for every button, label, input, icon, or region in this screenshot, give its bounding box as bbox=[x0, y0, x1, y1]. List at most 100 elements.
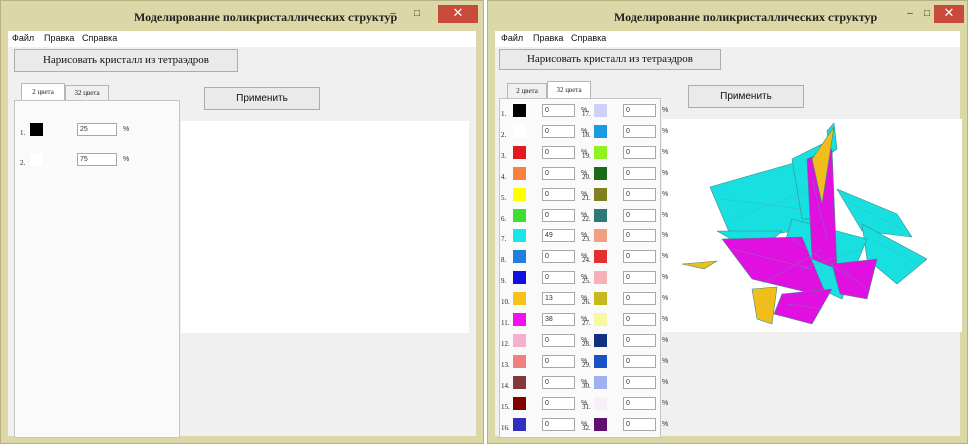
close-button[interactable]: ✕ bbox=[934, 5, 964, 23]
apply-button[interactable]: Применить bbox=[688, 85, 804, 108]
menu-file[interactable]: Файл bbox=[501, 33, 523, 43]
color-swatch[interactable] bbox=[594, 208, 607, 222]
percent-input[interactable]: 0 bbox=[623, 417, 656, 431]
percent-input[interactable]: 0 bbox=[623, 271, 656, 285]
percent-input[interactable]: 0 bbox=[542, 166, 575, 180]
percent-input[interactable]: 0 bbox=[623, 166, 656, 180]
menu-edit[interactable]: Правка bbox=[533, 33, 563, 43]
color-swatch[interactable] bbox=[594, 124, 607, 138]
menu-help[interactable]: Справка bbox=[82, 33, 117, 43]
percent-input[interactable]: 0 bbox=[623, 396, 656, 410]
percent-input[interactable]: 0 bbox=[542, 417, 575, 431]
color-swatch[interactable] bbox=[513, 250, 526, 264]
color-number: 27. bbox=[582, 319, 591, 327]
menu-help[interactable]: Справка bbox=[571, 33, 606, 43]
color-number: 18. bbox=[582, 130, 591, 139]
color-swatch[interactable] bbox=[594, 250, 607, 264]
tab-2-colors[interactable]: 2 цвета bbox=[507, 83, 547, 98]
color-swatch[interactable] bbox=[594, 187, 607, 201]
percent-input[interactable]: 0 bbox=[542, 271, 575, 285]
window-client: Файл Правка Справка Нарисовать кристалл … bbox=[8, 31, 476, 438]
percent-input[interactable]: 0 bbox=[623, 250, 656, 264]
percent-input[interactable]: 0 bbox=[623, 292, 656, 306]
maximize-button[interactable]: □ bbox=[408, 7, 426, 21]
tab-32-colors[interactable]: 32 цвета bbox=[547, 81, 591, 98]
color-swatch[interactable] bbox=[513, 271, 526, 285]
color-swatch[interactable] bbox=[594, 354, 607, 368]
percent-input[interactable]: 0 bbox=[623, 187, 656, 201]
color-swatch[interactable] bbox=[594, 375, 607, 389]
percent-input[interactable]: 0 bbox=[623, 145, 656, 159]
percent-input[interactable]: 49 bbox=[542, 229, 575, 243]
percent-input[interactable]: 0 bbox=[542, 333, 575, 347]
color-swatch[interactable] bbox=[30, 123, 43, 136]
color-number: 29. bbox=[582, 360, 591, 369]
percent-input[interactable]: 0 bbox=[623, 313, 656, 326]
color-number: 2. bbox=[501, 130, 507, 139]
percent-input[interactable]: 0 bbox=[542, 187, 575, 201]
menu-file[interactable]: Файл bbox=[12, 33, 34, 43]
close-button[interactable]: ✕ bbox=[438, 5, 478, 23]
color-swatch[interactable] bbox=[513, 166, 526, 180]
color-swatch[interactable] bbox=[513, 375, 526, 389]
percent-input[interactable]: 0 bbox=[542, 145, 575, 159]
title-bar[interactable]: Моделирование поликристаллических структ… bbox=[1, 1, 483, 31]
percent-input[interactable]: 0 bbox=[623, 124, 656, 138]
color-number: 5. bbox=[501, 193, 507, 202]
color-swatch[interactable] bbox=[513, 145, 526, 159]
tab-2-colors[interactable]: 2 цвета bbox=[21, 83, 65, 100]
percent-input[interactable]: 38 bbox=[542, 313, 575, 326]
draw-crystal-button[interactable]: Нарисовать кристалл из тетраэдров bbox=[499, 49, 721, 70]
percent-input[interactable]: 25 bbox=[77, 123, 117, 136]
color-swatch[interactable] bbox=[594, 145, 607, 159]
color-swatch[interactable] bbox=[594, 417, 607, 431]
percent-input[interactable]: 0 bbox=[542, 208, 575, 222]
percent-unit: % bbox=[662, 316, 669, 323]
color-swatch[interactable] bbox=[513, 208, 526, 222]
color-swatch[interactable] bbox=[594, 104, 607, 117]
minimize-button[interactable]: – bbox=[384, 7, 402, 21]
percent-input[interactable]: 75 bbox=[77, 153, 117, 166]
color-swatch[interactable] bbox=[513, 333, 526, 347]
color-swatch[interactable] bbox=[513, 354, 526, 368]
percent-input[interactable]: 0 bbox=[542, 250, 575, 264]
percent-input[interactable]: 0 bbox=[542, 104, 575, 117]
percent-input[interactable]: 0 bbox=[623, 104, 656, 117]
menu-edit[interactable]: Правка bbox=[44, 33, 74, 43]
color-swatch[interactable] bbox=[594, 333, 607, 347]
percent-unit: % bbox=[662, 357, 669, 365]
color-number: 13. bbox=[501, 360, 510, 369]
percent-input[interactable]: 0 bbox=[623, 354, 656, 368]
color-swatch[interactable] bbox=[30, 153, 43, 166]
percent-input[interactable]: 0 bbox=[623, 229, 656, 243]
percent-input[interactable]: 0 bbox=[623, 333, 656, 347]
color-swatch[interactable] bbox=[594, 292, 607, 306]
color-swatch[interactable] bbox=[513, 313, 526, 326]
percent-input[interactable]: 0 bbox=[623, 375, 656, 389]
color-swatch[interactable] bbox=[594, 313, 607, 326]
percent-input[interactable]: 0 bbox=[542, 124, 575, 138]
color-swatch[interactable] bbox=[513, 104, 526, 117]
color-swatch[interactable] bbox=[513, 187, 526, 201]
color-swatch[interactable] bbox=[594, 396, 607, 410]
draw-crystal-button[interactable]: Нарисовать кристалл из тетраэдров bbox=[14, 49, 238, 72]
color-swatch[interactable] bbox=[513, 124, 526, 138]
color-swatch[interactable] bbox=[513, 229, 526, 243]
percent-input[interactable]: 0 bbox=[623, 208, 656, 222]
color-number: 25. bbox=[582, 277, 591, 286]
percent-input[interactable]: 13 bbox=[542, 292, 575, 306]
percent-input[interactable]: 0 bbox=[542, 396, 575, 410]
minimize-button[interactable]: – bbox=[901, 7, 919, 21]
color-swatch[interactable] bbox=[513, 396, 526, 410]
color-swatch[interactable] bbox=[594, 271, 607, 285]
percent-input[interactable]: 0 bbox=[542, 354, 575, 368]
color-swatch[interactable] bbox=[513, 292, 526, 306]
percent-unit: % bbox=[662, 107, 669, 114]
title-bar[interactable]: Моделирование поликристаллических структ… bbox=[488, 1, 967, 31]
apply-button[interactable]: Применить bbox=[204, 87, 320, 110]
color-swatch[interactable] bbox=[594, 229, 607, 243]
color-swatch[interactable] bbox=[594, 166, 607, 180]
tab-32-colors[interactable]: 32 цвета bbox=[65, 85, 109, 100]
percent-input[interactable]: 0 bbox=[542, 375, 575, 389]
color-swatch[interactable] bbox=[513, 417, 526, 431]
